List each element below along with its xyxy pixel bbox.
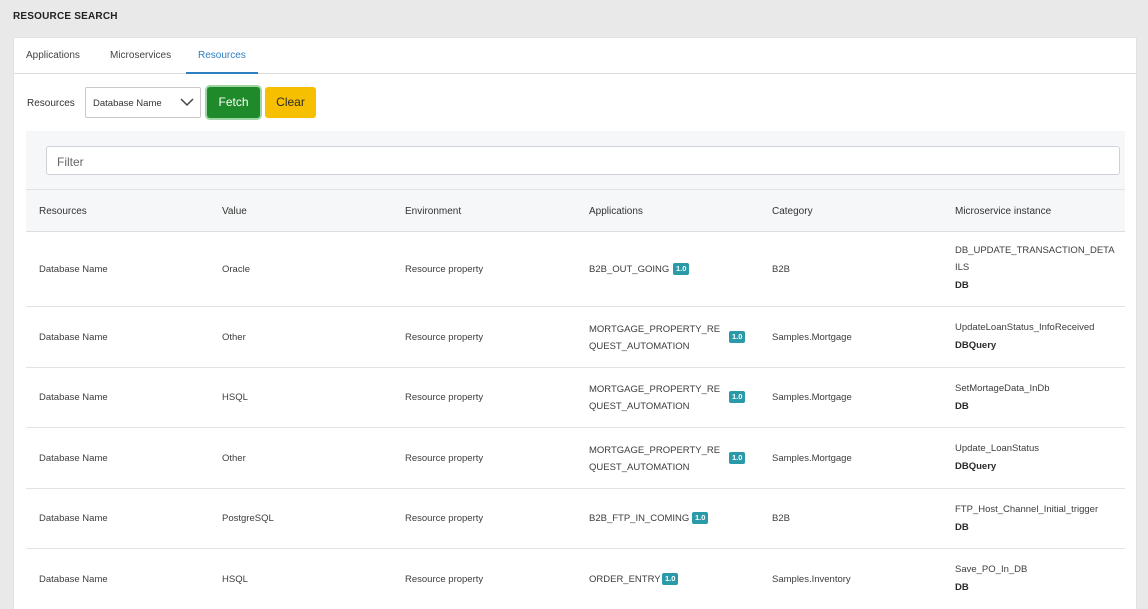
resources-label: Resources <box>27 98 75 109</box>
cell-resource: Database Name <box>39 453 108 464</box>
version-badge: 1.0 <box>729 452 746 464</box>
cell-microservice: Save_PO_In_DB DB <box>955 561 1027 596</box>
microservice-type: DBQuery <box>955 340 997 351</box>
cell-category: Samples.Inventory <box>772 574 851 585</box>
cell-category: B2B <box>772 513 790 524</box>
header-value[interactable]: Value <box>222 206 247 217</box>
header-environment[interactable]: Environment <box>405 206 461 217</box>
cell-environment: Resource property <box>405 513 484 524</box>
cell-resource: Database Name <box>39 574 108 585</box>
select-value: Database Name <box>93 98 162 109</box>
fetch-button[interactable]: Fetch <box>207 87 260 118</box>
cell-application[interactable]: B2B_FTP_IN_COMING <box>589 510 689 527</box>
version-badge: 1.0 <box>692 512 709 524</box>
header-category[interactable]: Category <box>772 206 813 217</box>
cell-category: Samples.Mortgage <box>772 332 852 343</box>
microservice-type: DB <box>955 280 969 291</box>
cell-application[interactable]: MORTGAGE_PROPERTY_REQUEST_AUTOMATION <box>589 442 723 476</box>
tab-microservices[interactable]: Microservices <box>98 38 183 74</box>
cell-value: Other <box>222 453 246 464</box>
cell-resource: Database Name <box>39 513 108 524</box>
table-row[interactable]: Database Name HSQL Resource property ORD… <box>26 549 1125 609</box>
cell-microservice: FTP_Host_Channel_Initial_trigger DB <box>955 501 1098 536</box>
cell-value: HSQL <box>222 392 248 403</box>
filter-bar: Filter <box>26 131 1125 189</box>
resources-table: Filter Resources Value Environment Appli… <box>26 131 1125 609</box>
chevron-down-icon <box>180 98 194 107</box>
table-row[interactable]: Database Name HSQL Resource property MOR… <box>26 368 1125 428</box>
filter-input[interactable]: Filter <box>46 146 1120 175</box>
cell-application[interactable]: ORDER_ENTRY <box>589 571 661 588</box>
page-header: RESOURCE SEARCH <box>0 0 1148 37</box>
table-row[interactable]: Database Name PostgreSQL Resource proper… <box>26 489 1125 549</box>
table-row[interactable]: Database Name Other Resource property MO… <box>26 307 1125 368</box>
cell-application[interactable]: B2B_OUT_GOING <box>589 261 669 278</box>
cell-value: Oracle <box>222 264 250 275</box>
microservice-name[interactable]: FTP_Host_Channel_Initial_trigger <box>955 501 1098 518</box>
version-badge: 1.0 <box>673 263 690 275</box>
cell-microservice: Update_LoanStatus DBQuery <box>955 440 1039 475</box>
version-badge: 1.0 <box>662 573 679 585</box>
cell-category: B2B <box>772 264 790 275</box>
main-panel: Applications Microservices Resources Res… <box>13 37 1137 609</box>
cell-microservice: UpdateLoanStatus_InfoReceived DBQuery <box>955 319 1094 354</box>
version-badge: 1.0 <box>729 331 746 343</box>
cell-microservice: SetMortageData_InDb DB <box>955 380 1050 415</box>
microservice-type: DB <box>955 582 969 593</box>
cell-application[interactable]: MORTGAGE_PROPERTY_REQUEST_AUTOMATION <box>589 381 723 415</box>
tab-resources[interactable]: Resources <box>186 38 258 74</box>
microservice-type: DBQuery <box>955 461 997 472</box>
tab-bar: Applications Microservices Resources <box>14 38 1136 74</box>
cell-value: PostgreSQL <box>222 513 274 524</box>
microservice-name[interactable]: SetMortageData_InDb <box>955 380 1050 397</box>
cell-value: HSQL <box>222 574 248 585</box>
cell-category: Samples.Mortgage <box>772 392 852 403</box>
microservice-name[interactable]: Save_PO_In_DB <box>955 561 1027 578</box>
version-badge: 1.0 <box>729 391 746 403</box>
cell-resource: Database Name <box>39 392 108 403</box>
header-resources[interactable]: Resources <box>39 206 87 217</box>
table-row[interactable]: Database Name Oracle Resource property B… <box>26 232 1125 307</box>
microservice-name[interactable]: Update_LoanStatus <box>955 440 1039 457</box>
cell-environment: Resource property <box>405 392 484 403</box>
cell-environment: Resource property <box>405 453 484 464</box>
cell-resource: Database Name <box>39 264 108 275</box>
microservice-name[interactable]: DB_UPDATE_TRANSACTION_DETAILS <box>955 242 1117 276</box>
clear-button[interactable]: Clear <box>265 87 316 118</box>
cell-category: Samples.Mortgage <box>772 453 852 464</box>
table-header: Resources Value Environment Applications… <box>26 189 1125 232</box>
cell-resource: Database Name <box>39 332 108 343</box>
microservice-type: DB <box>955 522 969 533</box>
cell-environment: Resource property <box>405 574 484 585</box>
cell-environment: Resource property <box>405 332 484 343</box>
resource-type-select[interactable]: Database Name <box>85 87 201 118</box>
cell-application[interactable]: MORTGAGE_PROPERTY_REQUEST_AUTOMATION <box>589 321 723 355</box>
filter-placeholder: Filter <box>57 155 84 169</box>
cell-environment: Resource property <box>405 264 484 275</box>
header-microservice-instance[interactable]: Microservice instance <box>955 206 1051 217</box>
cell-value: Other <box>222 332 246 343</box>
page-title: RESOURCE SEARCH <box>13 11 118 22</box>
table-row[interactable]: Database Name Other Resource property MO… <box>26 428 1125 489</box>
cell-microservice: DB_UPDATE_TRANSACTION_DETAILS DB <box>955 242 1123 294</box>
microservice-name[interactable]: UpdateLoanStatus_InfoReceived <box>955 319 1094 336</box>
microservice-type: DB <box>955 401 969 412</box>
header-applications[interactable]: Applications <box>589 206 643 217</box>
tab-applications[interactable]: Applications <box>14 38 92 74</box>
